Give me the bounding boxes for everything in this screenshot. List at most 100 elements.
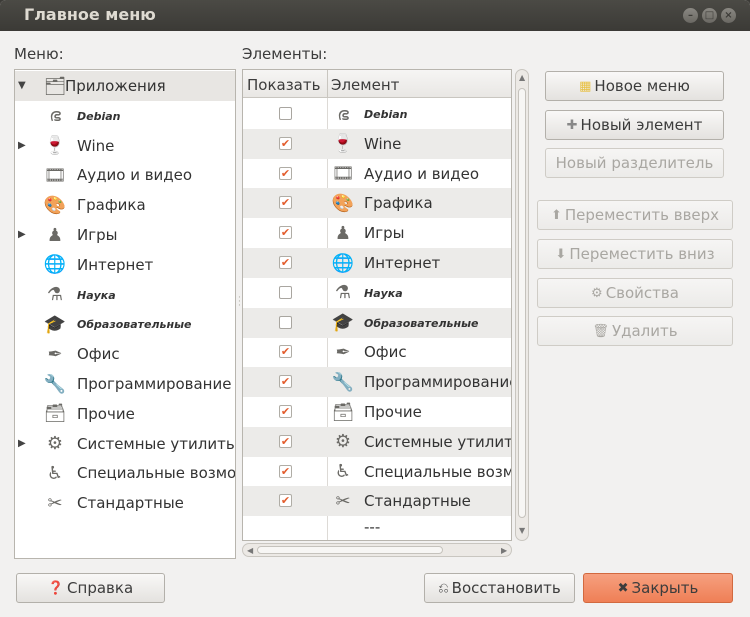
horizontal-scrollbar[interactable]: ◀ ▶ (242, 543, 512, 557)
help-button[interactable]: ❓ Справка (16, 573, 165, 603)
tree-item[interactable]: ✂ Стандартные (15, 488, 235, 518)
move-down-button[interactable]: ⬇ Переместить вниз (537, 239, 733, 269)
delete-button[interactable]: 🗑 Удалить (537, 316, 733, 346)
menus-label: Меню: (14, 45, 64, 63)
show-checkbox-checked[interactable]: ✔ (279, 136, 292, 150)
close-button[interactable]: ✖ Закрыть (583, 573, 733, 603)
scroll-left-icon[interactable]: ◀ (247, 546, 253, 555)
show-checkbox-checked[interactable]: ✔ (279, 196, 292, 210)
new-menu-button[interactable]: ▦ Новое меню (545, 71, 724, 101)
tree-item[interactable]: ♿ Специальные возможности (15, 458, 235, 488)
scroll-down-icon[interactable]: ▼ (519, 526, 525, 535)
minimize-icon[interactable]: – (683, 8, 698, 23)
expander-closed-icon[interactable]: ▶ (18, 438, 26, 449)
show-checkbox-unchecked[interactable] (279, 285, 292, 299)
items-table[interactable]: Показать Элемент ഭ Debian ✔ 🍷 Wine ✔ 🎞 Аудио и … (242, 69, 512, 541)
table-row[interactable]: --- (243, 516, 511, 540)
scroll-right-icon[interactable]: ▶ (501, 546, 507, 555)
revert-button[interactable]: ⎌ Восстановить (424, 573, 575, 603)
trash-icon: 🗑 (592, 323, 609, 339)
tree-item[interactable]: ✒ Офис (15, 339, 235, 369)
item-label: Специальные возможности (364, 462, 511, 481)
maximize-icon[interactable]: □ (702, 8, 717, 23)
table-row[interactable]: ✔ 🎞 Аудио и видео (243, 159, 511, 189)
show-checkbox-checked[interactable]: ✔ (279, 256, 292, 269)
close-window-icon[interactable]: × (721, 8, 736, 23)
tree-item[interactable]: ▼ 🗂 Приложения (15, 71, 235, 101)
column-show-header[interactable]: Показать (247, 76, 320, 94)
table-row[interactable]: ✔ ✂ Стандартные (243, 486, 511, 517)
close-label: Закрыть (631, 579, 699, 597)
item-label: Наука (364, 286, 403, 300)
vertical-scrollbar[interactable]: ▲ ▼ (515, 69, 529, 541)
tree-item[interactable]: 🎞 Аудио и видео (15, 160, 235, 190)
table-row[interactable]: ✔ 🔧 Программирование (243, 367, 512, 398)
item-label: Графика (364, 194, 433, 213)
item-label: Игры (364, 224, 405, 243)
properties-button[interactable]: ⚙ Свойства (537, 278, 733, 308)
table-row[interactable]: ✔ 🗃 Прочие (243, 397, 511, 427)
titlebar[interactable]: Главное меню – □ × (0, 0, 750, 31)
tree-item-label: Приложения (65, 77, 166, 95)
move-down-label: Переместить вниз (569, 245, 715, 263)
item-label: Стандартные (364, 492, 471, 511)
menu-tree[interactable]: ▼ 🗂 Приложения ഭ Debian ▶ 🍷 Wine 🎞 Аудио и видео 🎨… (14, 69, 236, 559)
show-checkbox-checked[interactable]: ✔ (279, 166, 292, 180)
table-row[interactable]: ✔ ♿ Специальные возможности (243, 457, 511, 487)
debian-icon: ഭ (337, 103, 349, 125)
item-label: Образовательные (364, 316, 479, 330)
expander-closed-icon[interactable]: ▶ (18, 140, 26, 151)
table-row[interactable]: ✔ ⚙ Системные утилиты (243, 426, 511, 457)
new-item-button[interactable]: ✚ Новый элемент (545, 110, 724, 140)
tree-item[interactable]: ▶ 🍷 Wine (15, 131, 235, 161)
tree-item-label: Игры (77, 226, 118, 244)
column-item-header[interactable]: Элемент (331, 76, 399, 94)
show-checkbox-checked[interactable]: ✔ (279, 405, 292, 418)
pane-splitter[interactable]: · · · (238, 294, 241, 311)
show-checkbox-checked[interactable]: ✔ (279, 464, 292, 478)
science-icon: ⚗ (46, 284, 64, 306)
scroll-up-icon[interactable]: ▲ (519, 73, 525, 82)
show-checkbox-checked[interactable]: ✔ (279, 494, 292, 508)
expander-open-icon[interactable]: ▼ (18, 80, 26, 91)
tree-item[interactable]: ▶ ♟ Игры (15, 220, 235, 250)
show-checkbox-checked[interactable]: ✔ (279, 345, 292, 359)
new-separator-button[interactable]: Новый разделитель (545, 148, 724, 178)
system-tools-icon: ⚙ (334, 431, 352, 453)
table-row[interactable]: ⚗ Наука (243, 278, 511, 308)
table-row[interactable]: ✔ ✒ Офис (243, 337, 511, 367)
table-row[interactable]: ഭ Debian (243, 99, 511, 129)
show-checkbox-unchecked[interactable] (279, 107, 292, 120)
show-checkbox-checked[interactable]: ✔ (279, 226, 292, 240)
tree-item[interactable]: 🗃 Прочие (15, 399, 235, 429)
tree-item-label: Образовательные (77, 318, 192, 332)
table-row[interactable]: ✔ 🎨 Графика (243, 188, 511, 219)
item-label: Программирование (364, 373, 512, 392)
tree-item[interactable]: 🎓 Образовательные (15, 309, 235, 339)
show-checkbox-checked[interactable]: ✔ (279, 434, 292, 448)
tree-item-label: Debian (77, 109, 121, 123)
tree-item-label: Аудио и видео (77, 166, 193, 185)
vertical-scroll-thumb[interactable] (518, 88, 526, 518)
move-up-button[interactable]: ⬆ Переместить вверх (537, 200, 733, 230)
table-row[interactable]: ✔ ♟ Игры (243, 218, 511, 248)
table-row[interactable]: ✔ 🍷 Wine (243, 128, 511, 159)
programming-icon: 🔧 (331, 371, 355, 393)
close-icon: ✖ (617, 580, 629, 596)
expander-closed-icon[interactable]: ▶ (18, 229, 26, 240)
office-icon: ✒ (47, 343, 63, 365)
tree-item[interactable]: 🔧 Программирование (15, 369, 235, 399)
tree-item[interactable]: ▶ ⚙ Системные утилиты (15, 429, 235, 459)
show-checkbox-unchecked[interactable] (279, 315, 292, 329)
tree-item[interactable]: ⚗ Наука (15, 280, 235, 310)
tree-item[interactable]: ഭ Debian (15, 101, 235, 131)
tree-item-label: Программирование (77, 375, 232, 393)
table-row[interactable]: 🎓 Образовательные (243, 307, 511, 338)
show-checkbox-checked[interactable]: ✔ (279, 375, 292, 389)
main-menu-window: Главное меню – □ × Меню: Элементы: ▼ 🗂 При… (0, 0, 750, 617)
horizontal-scroll-thumb[interactable] (257, 546, 443, 554)
tree-item[interactable]: 🌐 Интернет (15, 250, 235, 280)
item-label: Офис (364, 343, 407, 362)
tree-item[interactable]: 🎨 Графика (15, 190, 235, 220)
table-row[interactable]: ✔ 🌐 Интернет (243, 248, 511, 278)
